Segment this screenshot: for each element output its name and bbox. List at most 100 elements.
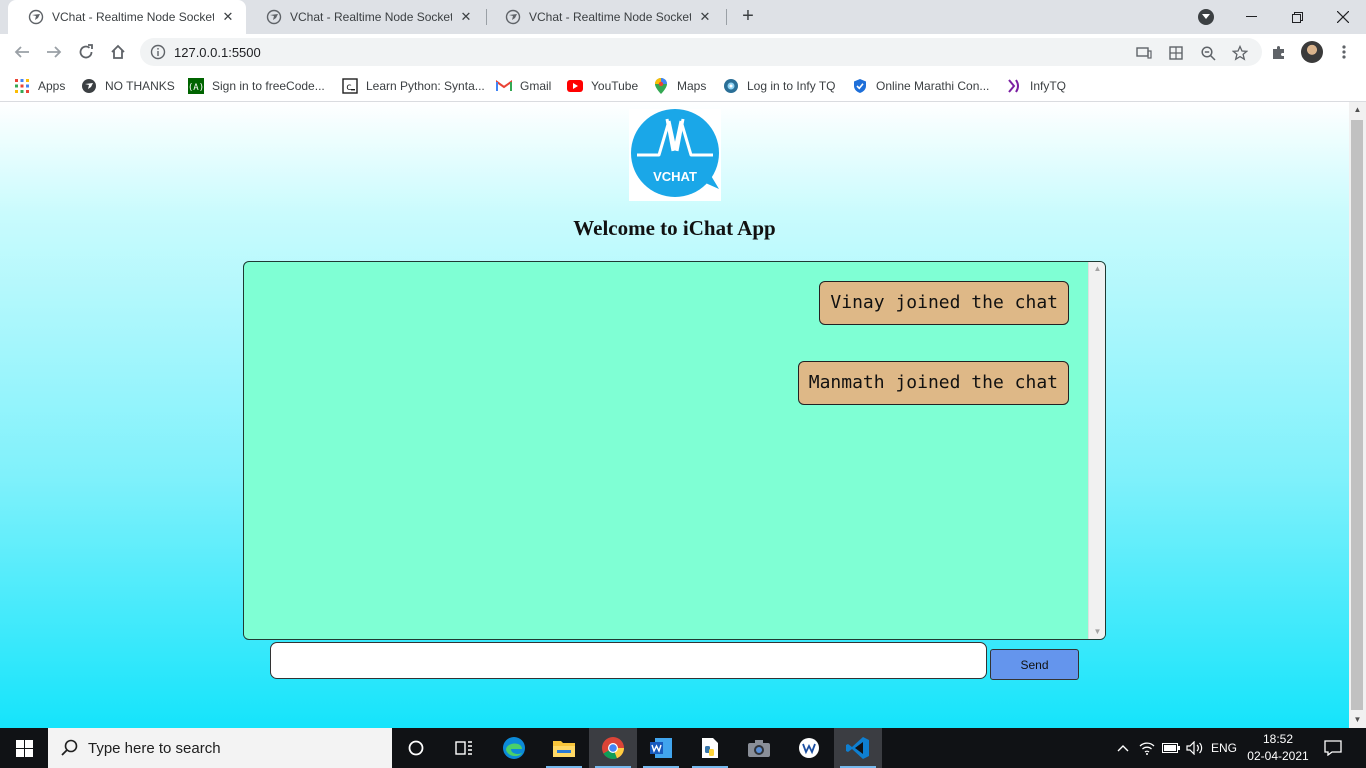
bookmark-label: YouTube (591, 79, 639, 93)
tab-grid-icon[interactable] (1167, 44, 1185, 62)
browser-tab-2[interactable]: VChat - Realtime Node Socket.io ✕ (246, 0, 484, 34)
vchat-logo: VCHAT (629, 109, 721, 201)
bookmark-infy-tq-login[interactable]: Log in to Infy TQ (723, 77, 836, 95)
taskbar-python[interactable] (686, 728, 734, 768)
notifications-icon[interactable] (1318, 728, 1348, 768)
cortana-circle-icon (408, 740, 424, 756)
reload-icon (79, 44, 93, 59)
scroll-down-icon[interactable]: ▼ (1089, 625, 1105, 639)
page-scrollbar[interactable]: ▲ ▼ (1349, 102, 1366, 728)
logo-text: VCHAT (653, 169, 697, 184)
cast-icon[interactable] (1135, 44, 1153, 62)
scrollbar-thumb[interactable] (1351, 120, 1363, 710)
home-icon (111, 44, 125, 59)
scroll-up-icon[interactable]: ▲ (1349, 102, 1366, 118)
battery-icon[interactable] (1160, 728, 1182, 768)
cortana-button[interactable] (392, 728, 440, 768)
taskbar-search[interactable]: Type here to search (48, 728, 392, 768)
tab-title: VChat - Realtime Node Socket.io (290, 10, 452, 24)
wifi-icon[interactable] (1136, 728, 1158, 768)
bookmark-no-thanks[interactable]: NO THANKS (81, 77, 175, 95)
page-title: Welcome to iChat App (573, 216, 776, 240)
tab-title: VChat - Realtime Node Socket.io (529, 10, 691, 24)
infytq-icon (723, 78, 739, 94)
task-view-button[interactable] (440, 728, 488, 768)
marathi-converter-icon (852, 78, 868, 94)
taskbar-app-w[interactable] (785, 728, 833, 768)
new-tab-button[interactable]: + (737, 6, 759, 28)
bookmark-infytq[interactable]: InfyTQ (1006, 77, 1066, 95)
bookmark-learn-python[interactable]: c Learn Python: Synta... (342, 77, 485, 95)
bookmark-label: Online Marathi Con... (876, 79, 990, 93)
bookmark-youtube[interactable]: YouTube (567, 77, 638, 95)
tab-close-icon[interactable]: ✕ (458, 9, 474, 25)
tab-close-icon[interactable]: ✕ (220, 9, 236, 25)
python-file-icon (702, 738, 718, 758)
search-icon (61, 739, 78, 756)
taskbar-vscode[interactable] (834, 728, 882, 768)
taskbar-edge[interactable] (490, 728, 538, 768)
scroll-up-icon[interactable]: ▲ (1089, 262, 1105, 276)
zoom-icon[interactable] (1199, 44, 1217, 62)
language-indicator[interactable]: ENG (1208, 728, 1240, 768)
maps-icon (653, 78, 669, 94)
page-viewport: VCHAT Welcome to iChat App Vinay joined … (0, 102, 1349, 728)
scroll-down-icon[interactable]: ▼ (1349, 712, 1366, 728)
chat-message: Vinay joined the chat (819, 281, 1069, 325)
camera-icon (748, 740, 770, 757)
taskbar-file-explorer[interactable] (540, 728, 588, 768)
restore-button[interactable] (1274, 0, 1320, 34)
youtube-icon (567, 78, 583, 94)
browser-tab-1[interactable]: VChat - Realtime Node Socket.io ✕ (8, 0, 246, 34)
forward-button[interactable] (40, 38, 68, 66)
tab-divider (726, 9, 727, 25)
reload-button[interactable] (72, 38, 100, 66)
chat-scrollbar[interactable]: ▲ ▼ (1088, 262, 1105, 639)
send-button[interactable]: Send (990, 649, 1079, 680)
browser-toolbar: 127.0.0.1:5500 (0, 34, 1366, 70)
kebab-menu-icon (1342, 45, 1346, 59)
close-window-button[interactable] (1320, 0, 1366, 34)
bookmarks-bar: Apps NO THANKS (A) Sign in to freeCode..… (0, 70, 1366, 102)
minimize-button[interactable] (1228, 0, 1274, 34)
home-button[interactable] (104, 38, 132, 66)
task-view-icon (455, 741, 472, 755)
taskbar-clock[interactable]: 18:52 02-04-2021 (1246, 731, 1310, 765)
arrow-right-icon (47, 46, 62, 58)
puzzle-icon (1273, 45, 1284, 59)
bookmark-apps[interactable]: Apps (14, 77, 65, 95)
taskbar-camera[interactable] (735, 728, 783, 768)
back-button[interactable] (8, 38, 36, 66)
extensions-button[interactable] (1269, 42, 1289, 62)
browser-tab-3[interactable]: VChat - Realtime Node Socket.io ✕ (485, 0, 723, 34)
start-button[interactable] (0, 728, 48, 768)
bookmark-star-icon[interactable] (1231, 44, 1249, 62)
bookmark-freecodecamp[interactable]: (A) Sign in to freeCode... (188, 77, 325, 95)
bookmark-online-marathi[interactable]: Online Marathi Con... (852, 77, 989, 95)
codecademy-icon: c (342, 78, 358, 94)
volume-icon[interactable] (1184, 728, 1206, 768)
message-input[interactable] (270, 642, 987, 679)
taskbar-word[interactable] (637, 728, 685, 768)
chrome-menu-button[interactable] (1334, 42, 1354, 62)
globe-icon (266, 9, 282, 25)
windows-taskbar: Type here to search ENG 18:52 02-04-2021 (0, 728, 1366, 768)
address-bar[interactable]: 127.0.0.1:5500 (140, 38, 1262, 66)
tab-search-dropdown-icon[interactable] (1198, 9, 1214, 25)
browser-tabstrip: VChat - Realtime Node Socket.io ✕ VChat … (0, 0, 1366, 34)
info-icon[interactable] (150, 44, 166, 60)
tab-close-icon[interactable]: ✕ (697, 9, 713, 25)
gmail-icon (496, 78, 512, 94)
globe-icon (505, 9, 521, 25)
bookmark-gmail[interactable]: Gmail (496, 77, 551, 95)
profile-avatar[interactable] (1301, 41, 1323, 63)
taskbar-chrome[interactable] (589, 728, 637, 768)
tray-overflow-chevron-icon[interactable] (1112, 728, 1134, 768)
tab-title: VChat - Realtime Node Socket.io (52, 10, 214, 24)
clock-time: 18:52 (1262, 732, 1294, 746)
chat-container[interactable]: Vinay joined the chat Manmath joined the… (243, 261, 1106, 640)
bookmark-label: Maps (677, 79, 707, 93)
bookmark-maps[interactable]: Maps (653, 77, 706, 95)
chrome-icon (602, 737, 624, 759)
chat-message: Manmath joined the chat (797, 361, 1069, 405)
